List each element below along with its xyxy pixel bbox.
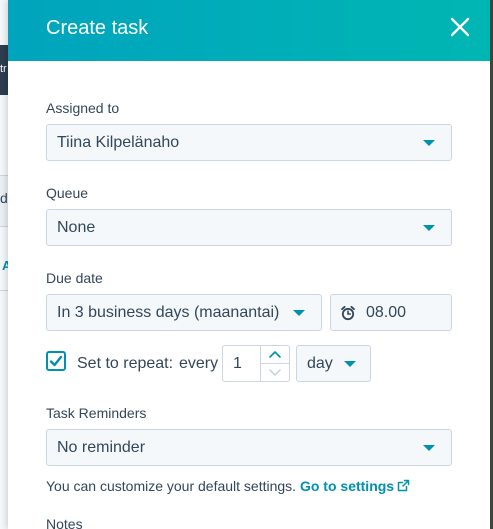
chevron-down-icon (423, 445, 435, 451)
chevron-down-icon (423, 225, 435, 231)
repeat-checkbox[interactable] (46, 351, 66, 371)
chevron-down-icon (269, 369, 281, 376)
stepper-increment-button[interactable] (261, 346, 289, 363)
due-time-value: 08.00 (366, 304, 407, 321)
reminder-hint-text: You can customize your default settings. (46, 478, 297, 494)
repeat-label: Set to repeat: (77, 355, 174, 372)
task-reminders-select[interactable]: No reminder (46, 429, 452, 466)
repeat-interval-stepper[interactable]: 1 (222, 345, 290, 382)
go-to-settings-label: Go to settings (299, 478, 395, 494)
due-time-input[interactable]: 08.00 (330, 294, 452, 331)
assigned-to-label: Assigned to (46, 100, 120, 116)
chevron-down-icon (293, 310, 305, 316)
close-icon (450, 17, 470, 37)
close-button[interactable] (448, 15, 472, 39)
due-date-select[interactable]: In 3 business days (maanantai) (46, 294, 322, 331)
assigned-to-value: Tiina Kilpelänaho (57, 134, 180, 151)
chevron-up-icon (269, 351, 281, 358)
queue-label: Queue (46, 185, 89, 201)
panel-header: Create task (8, 0, 490, 61)
checkmark-icon (49, 355, 63, 367)
external-link-icon (397, 479, 410, 492)
alarm-clock-icon (341, 305, 355, 321)
background-box-text: d (0, 190, 8, 206)
background-dark-text: tr (0, 63, 7, 75)
task-reminders-value: No reminder (57, 439, 146, 456)
repeat-unit-value: day (307, 355, 333, 372)
assigned-to-select[interactable]: Tiina Kilpelänaho (46, 124, 452, 161)
notes-label: Notes (46, 516, 83, 529)
repeat-unit-select[interactable]: day (296, 345, 371, 382)
stepper-decrement-button[interactable] (261, 364, 289, 381)
task-reminders-label: Task Reminders (46, 405, 147, 421)
repeat-interval-value: 1 (233, 355, 242, 372)
panel-title: Create task (46, 17, 149, 39)
due-date-label: Due date (46, 270, 103, 286)
chevron-down-icon (423, 140, 435, 146)
queue-value: None (57, 219, 96, 236)
chevron-down-icon (344, 361, 356, 367)
create-task-panel: Create task Assigned to Tiina Kilpelänah… (8, 0, 490, 529)
repeat-every-label: every (179, 355, 219, 372)
queue-select[interactable]: None (46, 209, 452, 246)
reminder-hint: You can customize your default settings.… (46, 478, 410, 494)
due-date-value: In 3 business days (maanantai) (57, 304, 280, 321)
go-to-settings-link[interactable]: Go to settings (300, 478, 410, 494)
